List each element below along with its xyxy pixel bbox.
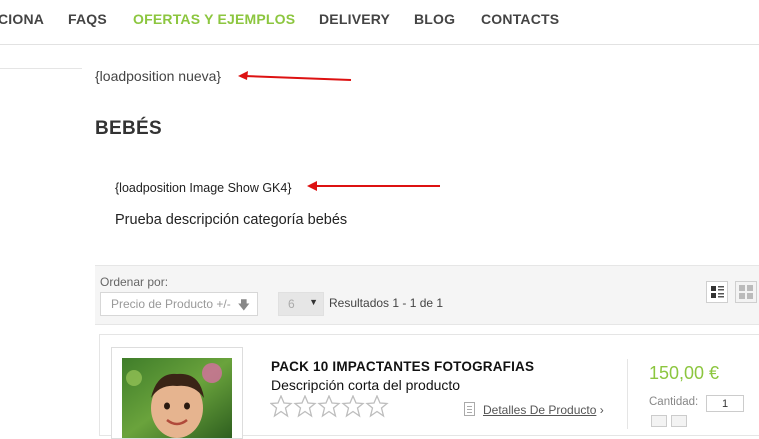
loadposition-imageshow-text: {loadposition Image Show GK4} [115, 181, 292, 195]
product-image-frame[interactable] [111, 347, 243, 439]
loadposition-nueva-text: {loadposition nueva} [95, 68, 222, 84]
list-view-button[interactable] [706, 281, 728, 303]
red-arrow-annotation [307, 181, 440, 191]
nav-item-ofertas[interactable]: OFERTAS Y EJEMPLOS [133, 11, 295, 27]
nav-item-blog[interactable]: BLOG [414, 11, 455, 27]
red-arrow-annotation [238, 71, 352, 81]
per-page-select[interactable]: 6 ▼ [278, 292, 324, 316]
product-title[interactable]: PACK 10 IMPACTANTES FOTOGRAFIAS [271, 359, 534, 374]
sort-down-icon: 🡇 [237, 298, 250, 312]
sort-label: Ordenar por: [100, 275, 169, 289]
top-navigation: CIONA FAQS OFERTAS Y EJEMPLOS DELIVERY B… [0, 0, 759, 45]
list-view-icon [711, 286, 724, 298]
product-short-description: Descripción corta del producto [271, 377, 461, 393]
chevron-right-icon: › [599, 403, 604, 417]
dropdown-arrow-icon: ▼ [309, 297, 318, 307]
nav-item-contacts[interactable]: CONTACTS [481, 11, 559, 27]
results-count: Resultados 1 - 1 de 1 [329, 296, 444, 310]
document-icon [464, 402, 475, 416]
sort-bar: Ordenar por: Precio de Producto +/- 🡇 6 … [95, 265, 759, 325]
grid-view-icon [739, 285, 753, 299]
sidebar-divider [0, 68, 82, 69]
sort-select[interactable]: Precio de Producto +/- 🡇 [100, 292, 258, 316]
product-card: PACK 10 IMPACTANTES FOTOGRAFIAS Descripc… [99, 334, 759, 439]
product-details-label: Detalles De Producto [483, 403, 597, 417]
nav-item-ciona[interactable]: CIONA [0, 11, 44, 27]
category-title: BEBÉS [95, 118, 162, 139]
quantity-increase-button[interactable] [671, 415, 687, 427]
nav-item-delivery[interactable]: DELIVERY [319, 11, 390, 27]
product-price: 150,00 € [649, 363, 720, 383]
rating-stars [270, 395, 389, 418]
grid-view-button[interactable] [735, 281, 757, 303]
product-divider [627, 359, 628, 429]
sort-select-value: Precio de Producto +/- [111, 297, 231, 311]
quantity-input[interactable]: 1 [706, 395, 744, 412]
per-page-value: 6 [288, 297, 295, 311]
quantity-decrease-button[interactable] [651, 415, 667, 427]
quantity-label: Cantidad: [649, 396, 699, 408]
category-description: Prueba descripción categoría bebés [115, 212, 348, 228]
product-image[interactable] [122, 358, 232, 438]
nav-item-faqs[interactable]: FAQS [68, 11, 107, 27]
product-details-link[interactable]: Detalles De Producto › [464, 402, 604, 417]
